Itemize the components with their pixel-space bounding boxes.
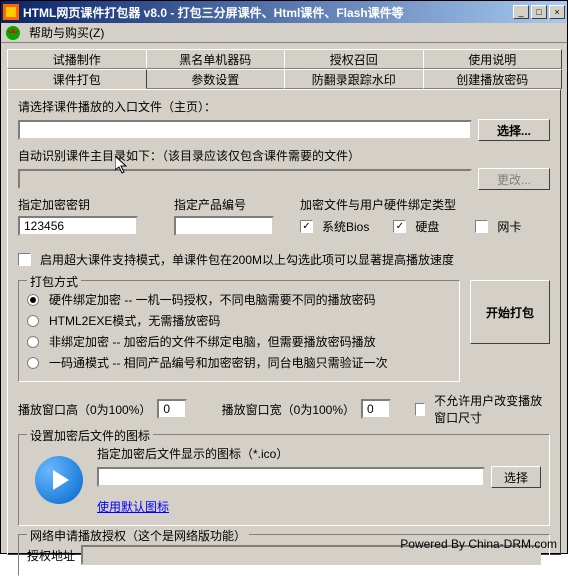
win-height-input[interactable]: [157, 399, 187, 419]
icon-group: 设置加密后文件的图标 指定加密后文件显示的图标（*.ico） 选择 使用默认图标: [18, 434, 550, 526]
auth-url-label: 授权地址: [27, 547, 75, 564]
select-entry-button[interactable]: 选择...: [478, 119, 550, 141]
net-auth-title: 网络申请播放授权（这个是网络版功能）: [27, 527, 249, 544]
app-icon: [3, 4, 19, 20]
lock-size-label: 不允许用户改变播放窗口尺寸: [434, 392, 550, 426]
tab-blacklist[interactable]: 黑名单机器码: [146, 49, 286, 69]
bios-checkbox[interactable]: ✓: [300, 220, 313, 233]
bind-type-label: 加密文件与用户硬件绑定类型: [300, 196, 550, 213]
win-width-input[interactable]: [361, 399, 391, 419]
tab-createpass[interactable]: 创建播放密码: [423, 69, 563, 89]
win-width-label: 播放窗口宽（0为100%）: [222, 401, 355, 418]
prod-id-label: 指定产品编号: [174, 196, 274, 213]
pack-mode-group: 打包方式 硬件绑定加密 -- 一机一码授权，不同电脑需要不同的播放密码 HTML…: [18, 280, 460, 382]
menubar: 帮助与购买(Z): [1, 23, 567, 43]
menu-help[interactable]: 帮助与购买(Z): [23, 22, 110, 43]
tab-trial[interactable]: 试播制作: [7, 49, 147, 69]
icon-label: 指定加密后文件显示的图标（*.ico）: [97, 445, 541, 462]
tab-params[interactable]: 参数设置: [146, 69, 286, 89]
pack-mode-title: 打包方式: [27, 273, 81, 290]
radio-onecode[interactable]: [27, 357, 39, 369]
change-dir-button[interactable]: 更改...: [478, 168, 550, 190]
footer-text: Powered By China-DRM.com: [400, 535, 557, 553]
tab-watermark[interactable]: 防翻录跟踪水印: [284, 69, 424, 89]
enc-key-label: 指定加密密钥: [18, 196, 138, 213]
nic-checkbox[interactable]: [475, 220, 488, 233]
minimize-button[interactable]: _: [513, 5, 529, 19]
prod-id-input[interactable]: [174, 216, 274, 236]
tab-instructions[interactable]: 使用说明: [423, 49, 563, 69]
radio-html2exe[interactable]: [27, 315, 39, 327]
entry-file-label: 请选择课件播放的入口文件（主页）：: [18, 98, 550, 115]
win-height-label: 播放窗口高（0为100%）: [18, 401, 151, 418]
hdd-label: 硬盘: [415, 218, 439, 235]
icon-path-input[interactable]: [97, 467, 485, 487]
help-icon: [5, 25, 21, 41]
radio-hw-bind[interactable]: [27, 294, 39, 306]
window-title: HTML网页课件打包器 v8.0 - 打包三分屏课件、Html课件、Flash课…: [23, 4, 513, 21]
hdd-checkbox[interactable]: ✓: [393, 220, 406, 233]
auto-dir-input: [18, 169, 472, 189]
opt2-label: HTML2EXE模式，无需播放密码: [49, 312, 220, 329]
play-icon: [35, 456, 83, 504]
select-icon-button[interactable]: 选择: [491, 466, 541, 488]
icon-group-title: 设置加密后文件的图标: [27, 427, 153, 444]
opt3-label: 非绑定加密 -- 加密后的文件不绑定电脑，但需要播放密码播放: [49, 333, 376, 350]
radio-nobind[interactable]: [27, 336, 39, 348]
large-mode-label: 启用超大课件支持模式，单课件包在200M以上勾选此项可以显著提高播放速度: [40, 251, 454, 268]
opt1-label: 硬件绑定加密 -- 一机一码授权，不同电脑需要不同的播放密码: [49, 291, 376, 308]
enc-key-input[interactable]: [18, 216, 138, 236]
bios-label: 系统Bios: [322, 218, 369, 235]
titlebar: HTML网页课件打包器 v8.0 - 打包三分屏课件、Html课件、Flash课…: [1, 1, 567, 23]
entry-file-input[interactable]: [18, 120, 472, 140]
start-package-button[interactable]: 开始打包: [470, 280, 550, 344]
close-button[interactable]: ×: [549, 5, 565, 19]
large-mode-checkbox[interactable]: [18, 253, 31, 266]
lock-size-checkbox[interactable]: [415, 403, 425, 416]
maximize-button[interactable]: □: [531, 5, 547, 19]
tab-package[interactable]: 课件打包: [7, 69, 147, 89]
opt4-label: 一码通模式 -- 相同产品编号和加密密钥，同台电脑只需验证一次: [49, 354, 388, 371]
default-icon-link[interactable]: 使用默认图标: [97, 500, 169, 514]
tab-recall[interactable]: 授权召回: [284, 49, 424, 69]
nic-label: 网卡: [497, 218, 521, 235]
auto-dir-label: 自动识别课件主目录如下：（该目录应该仅包含课件需要的文件）: [18, 147, 550, 164]
